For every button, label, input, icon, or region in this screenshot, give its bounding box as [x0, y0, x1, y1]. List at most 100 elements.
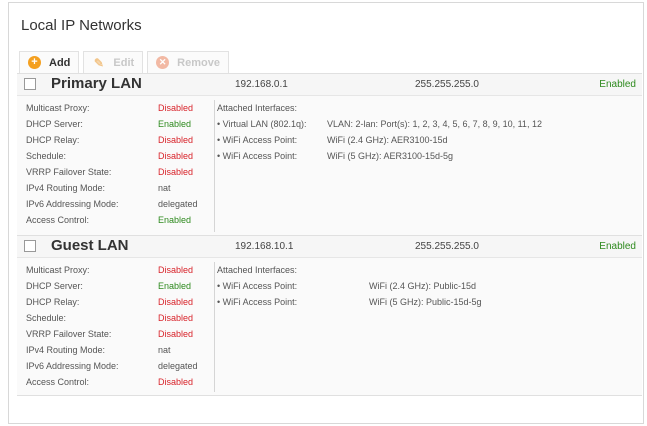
remove-circle-icon: ✕	[156, 56, 170, 69]
prop-dhcp-server: DHCP Server: Enabled	[26, 279, 216, 295]
prop-schedule: Schedule: Disabled	[26, 149, 216, 165]
prop-key: Schedule:	[26, 313, 67, 323]
interface-detail: WiFi (2.4 GHz): AER3100-15d	[327, 135, 448, 145]
prop-multicast-proxy: Multicast Proxy: Disabled	[26, 263, 216, 279]
prop-value: Disabled	[158, 329, 194, 339]
network-netmask: 255.255.255.0	[415, 79, 479, 90]
remove-button-label: Remove	[177, 56, 220, 69]
prop-value: nat	[158, 345, 171, 355]
prop-value: Enabled	[158, 281, 192, 291]
interface-row: • WiFi Access Point: WiFi (5 GHz): AER31…	[217, 149, 637, 165]
prop-vrrp-failover-state: VRRP Failover State: Disabled	[26, 327, 216, 343]
network-name: Guest LAN	[51, 237, 129, 254]
prop-key: DHCP Relay:	[26, 297, 80, 307]
prop-value: Disabled	[158, 297, 194, 307]
network-header[interactable]: Primary LAN 192.168.0.1 255.255.255.0 En…	[17, 74, 642, 95]
edit-button-label: Edit	[113, 56, 135, 69]
network-state: Enabled	[599, 241, 636, 252]
attached-interfaces-heading: Attached Interfaces:	[217, 263, 637, 279]
network-netmask: 255.255.255.0	[415, 241, 479, 252]
prop-key: VRRP Failover State:	[26, 329, 112, 339]
network-ip: 192.168.0.1	[235, 79, 288, 90]
interface-type: • WiFi Access Point:	[217, 151, 298, 161]
prop-value: Disabled	[158, 265, 194, 275]
network-state: Enabled	[599, 79, 636, 90]
prop-ipv4-routing-mode: IPv4 Routing Mode: nat	[26, 181, 216, 197]
edit-button[interactable]: ✎ Edit	[83, 51, 144, 73]
prop-access-control: Access Control: Enabled	[26, 213, 216, 229]
interface-row: • WiFi Access Point: WiFi (5 GHz): Publi…	[217, 295, 637, 311]
attached-interfaces: Attached Interfaces: • Virtual LAN (802.…	[217, 101, 637, 165]
prop-value: Disabled	[158, 313, 194, 323]
prop-value: Enabled	[158, 215, 192, 225]
add-button[interactable]: + Add	[19, 51, 80, 73]
prop-key: DHCP Server:	[26, 119, 83, 129]
network-details: Multicast Proxy: Disabled DHCP Server: E…	[17, 95, 642, 235]
local-ip-networks-panel: Local IP Networks + Add ✎ Edit ✕ Remove …	[8, 2, 644, 424]
prop-value: Disabled	[158, 167, 194, 177]
network-ip: 192.168.10.1	[235, 241, 294, 252]
interface-detail: WiFi (5 GHz): AER3100-15d-5g	[327, 151, 454, 161]
prop-ipv4-routing-mode: IPv4 Routing Mode: nat	[26, 343, 216, 359]
prop-vrrp-failover-state: VRRP Failover State: Disabled	[26, 165, 216, 181]
prop-dhcp-relay: DHCP Relay: Disabled	[26, 295, 216, 311]
interface-detail: WiFi (5 GHz): Public-15d-5g	[369, 297, 482, 307]
prop-key: Multicast Proxy:	[26, 103, 90, 113]
prop-value: Disabled	[158, 135, 194, 145]
network-properties: Multicast Proxy: Disabled DHCP Server: E…	[26, 101, 216, 229]
attached-interfaces-heading: Attached Interfaces:	[217, 101, 637, 117]
prop-value: Disabled	[158, 151, 194, 161]
interface-row: • Virtual LAN (802.1q): VLAN: 2-lan: Por…	[217, 117, 637, 133]
prop-value: Enabled	[158, 119, 192, 129]
prop-ipv6-addressing-mode: IPv6 Addressing Mode: delegated	[26, 359, 216, 375]
add-button-label: Add	[49, 56, 71, 69]
network-header[interactable]: Guest LAN 192.168.10.1 255.255.255.0 Ena…	[17, 236, 642, 257]
network-details: Multicast Proxy: Disabled DHCP Server: E…	[17, 257, 642, 395]
attached-label: Attached Interfaces:	[217, 265, 298, 275]
interface-row: • WiFi Access Point: WiFi (2.4 GHz): AER…	[217, 133, 637, 149]
prop-key: IPv4 Routing Mode:	[26, 183, 106, 193]
interface-detail: WiFi (2.4 GHz): Public-15d	[369, 281, 477, 291]
column-divider	[214, 262, 215, 392]
column-divider	[214, 100, 215, 232]
prop-value: nat	[158, 183, 171, 193]
prop-schedule: Schedule: Disabled	[26, 311, 216, 327]
prop-key: IPv6 Addressing Mode:	[26, 199, 119, 209]
network-row-primary-lan: Primary LAN 192.168.0.1 255.255.255.0 En…	[17, 73, 642, 235]
prop-key: Multicast Proxy:	[26, 265, 90, 275]
prop-multicast-proxy: Multicast Proxy: Disabled	[26, 101, 216, 117]
prop-key: IPv6 Addressing Mode:	[26, 361, 119, 371]
interface-row: • WiFi Access Point: WiFi (2.4 GHz): Pub…	[217, 279, 637, 295]
prop-value: delegated	[158, 361, 198, 371]
prop-key: DHCP Server:	[26, 281, 83, 291]
remove-button[interactable]: ✕ Remove	[147, 51, 229, 73]
prop-value: Disabled	[158, 103, 194, 113]
network-properties: Multicast Proxy: Disabled DHCP Server: E…	[26, 263, 216, 391]
plus-circle-icon: +	[28, 56, 41, 69]
prop-key: Access Control:	[26, 377, 90, 387]
network-select-checkbox[interactable]	[24, 240, 36, 252]
page-title: Local IP Networks	[21, 17, 142, 34]
prop-key: Access Control:	[26, 215, 90, 225]
interface-type: • WiFi Access Point:	[217, 281, 298, 291]
list-bottom-divider	[17, 395, 642, 396]
prop-key: DHCP Relay:	[26, 135, 80, 145]
prop-key: VRRP Failover State:	[26, 167, 112, 177]
attached-label: Attached Interfaces:	[217, 103, 298, 113]
prop-dhcp-relay: DHCP Relay: Disabled	[26, 133, 216, 149]
prop-value: delegated	[158, 199, 198, 209]
prop-ipv6-addressing-mode: IPv6 Addressing Mode: delegated	[26, 197, 216, 213]
prop-key: IPv4 Routing Mode:	[26, 345, 106, 355]
prop-access-control: Access Control: Disabled	[26, 375, 216, 391]
network-row-guest-lan: Guest LAN 192.168.10.1 255.255.255.0 Ena…	[17, 235, 642, 395]
prop-key: Schedule:	[26, 151, 67, 161]
interface-detail: VLAN: 2-lan: Port(s): 1, 2, 3, 4, 5, 6, …	[327, 119, 542, 129]
toolbar: + Add ✎ Edit ✕ Remove	[19, 51, 233, 73]
network-select-checkbox[interactable]	[24, 78, 36, 90]
pencil-icon: ✎	[93, 55, 104, 70]
interface-type: • Virtual LAN (802.1q):	[217, 119, 307, 129]
interface-type: • WiFi Access Point:	[217, 135, 298, 145]
prop-dhcp-server: DHCP Server: Enabled	[26, 117, 216, 133]
prop-value: Disabled	[158, 377, 194, 387]
attached-interfaces: Attached Interfaces: • WiFi Access Point…	[217, 263, 637, 311]
